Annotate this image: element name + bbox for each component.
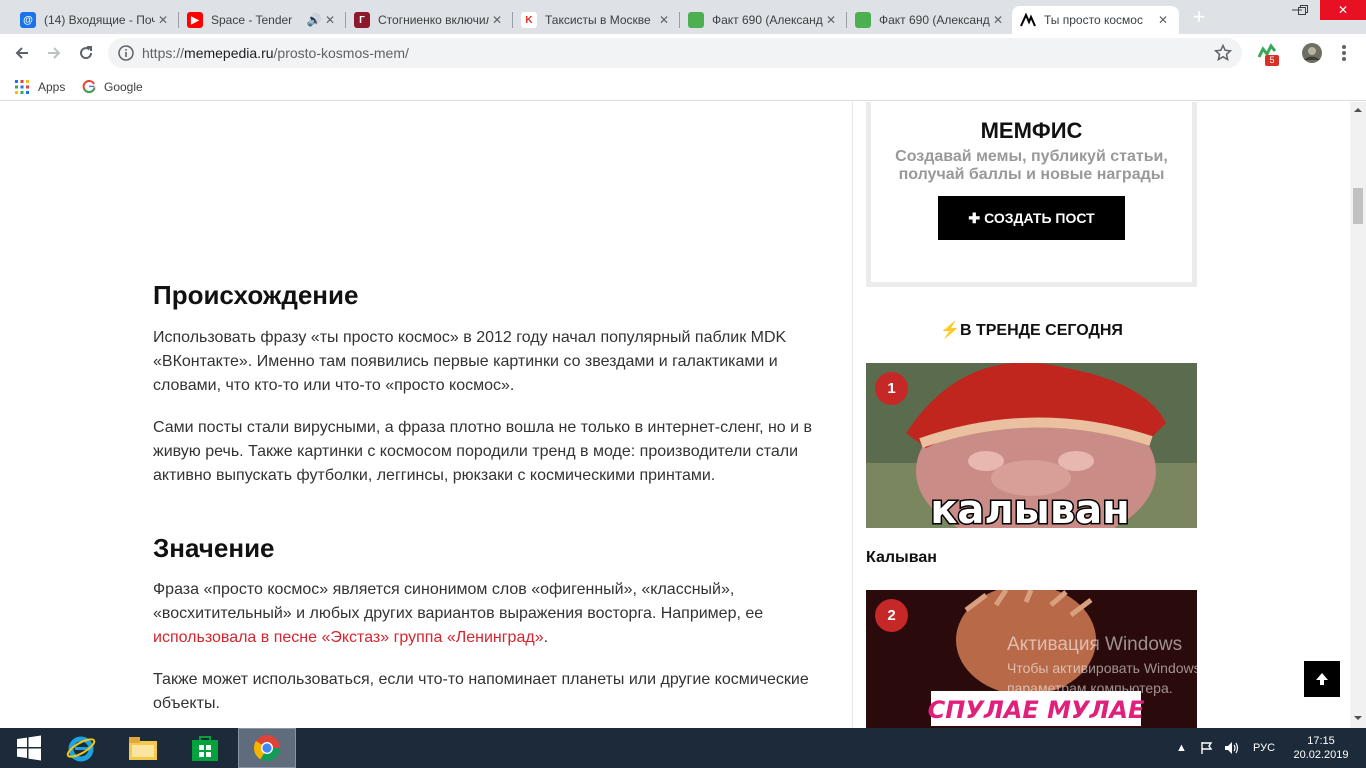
trending-card-title[interactable]: Калыван [866,549,937,567]
tab-title: Таксисты в Москве [545,13,651,27]
plus-icon: ✚ [968,209,981,226]
column-divider [852,102,853,728]
google-icon [82,80,96,94]
apps-grid-icon [15,80,29,94]
browser-toolbar: https://memepedia.ru/prosto-kosmos-mem/ [0,34,1366,72]
tray-expand-icon[interactable]: ▲ [1176,728,1187,768]
tab-title: Ты просто космос [1044,13,1143,27]
tab-memepedia[interactable]: Ты просто космос ✕ [1012,6,1179,34]
memfis-subtitle: Создавай мемы, публикуй статьи, получай … [895,148,1168,183]
windows-activation-title: Активация Windows [1007,634,1183,655]
close-icon[interactable]: ✕ [322,13,338,27]
tab-mail[interactable]: @ (14) Входящие - Почта ✕ [12,6,179,34]
section-heading-origin: Происхождение [153,280,359,310]
tab-title: (14) Входящие - Почта [44,13,155,27]
language-indicator[interactable]: РУС [1253,728,1275,768]
close-icon[interactable]: ✕ [155,13,171,27]
speaker-icon[interactable]: 🔊 [306,13,322,27]
bookmark-label: Apps [38,80,66,94]
bookmark-label: Google [104,80,143,94]
close-icon[interactable]: ✕ [823,13,839,27]
scroll-up-arrow[interactable] [1354,106,1362,114]
tab-sheet-2[interactable]: Факт 690 (Александр) ✕ [847,6,1014,34]
sports-icon: Г [354,12,370,28]
news-icon: K [521,12,537,28]
internet-explorer-icon[interactable] [52,728,110,768]
tab-sports[interactable]: Г Стогниенко включил ✕ [346,6,513,34]
info-icon[interactable] [118,45,134,61]
store-icon[interactable] [176,728,234,768]
paragraph: Также может использоваться, если что-то … [153,671,809,712]
close-icon[interactable]: ✕ [990,13,1006,27]
new-tab-button[interactable]: + [1188,6,1210,29]
close-icon[interactable]: ✕ [656,13,672,27]
paragraph: Сами посты стали вирусными, а фраза плот… [153,419,813,484]
page-scrollbar[interactable] [1350,102,1366,728]
arrow-up-icon [1316,673,1328,685]
action-center-flag-icon[interactable] [1200,728,1214,768]
youtube-icon: ▶ [187,12,203,28]
memfis-promo: МЕМФИС Создавай мемы, публикуй статьи, п… [866,102,1197,287]
chrome-icon[interactable] [238,728,296,768]
trending-title: ⚡В ТРЕНДЕ СЕГОДНЯ [940,322,1123,339]
scrollbar-thumb[interactable] [1353,188,1363,224]
tab-news[interactable]: K Таксисты в Москве ✕ [513,6,680,34]
close-icon[interactable]: ✕ [489,13,505,27]
ekstaz-song-link[interactable]: использовала в песне «Экстаз» группа «Ле… [153,629,544,646]
bookmarks-bar: Apps Google [0,72,1366,101]
paragraph: Использовать фразу «ты просто космос» в … [153,329,787,394]
profile-avatar[interactable] [1300,41,1324,65]
trending-card-image[interactable]: калыван 1 [866,363,1197,528]
close-icon[interactable]: ✕ [1155,13,1171,27]
lightning-icon: ⚡ [940,322,960,339]
rank-badge: 1 [875,372,908,405]
address-bar[interactable]: https://memepedia.ru/prosto-kosmos-mem/ [108,38,1242,68]
bookmark-apps[interactable]: Apps [14,77,65,97]
memfis-title: МЕМФИС [980,118,1083,143]
windows-activation-text: Чтобы активировать Windows, перейдите к … [1007,660,1288,696]
create-post-button[interactable]: ✚ СОЗДАТЬ ПОСТ [938,196,1125,240]
paragraph: Фраза «просто космос» является синонимом… [153,581,764,646]
windows-start-icon[interactable] [0,728,58,768]
scroll-down-arrow[interactable] [1354,714,1362,722]
kalyvan-meme-image: калыван [866,363,1197,528]
back-button[interactable] [10,41,34,65]
tab-title: Space - Tender [211,13,293,27]
tab-title: Факт 690 (Александр) [879,13,990,27]
menu-kebab-icon[interactable] [1332,41,1356,65]
scroll-to-top-button[interactable] [1304,661,1340,697]
bookmark-star-icon[interactable] [1214,44,1232,62]
tab-strip: @ (14) Входящие - Почта ✕ ▶ Space - Tend… [0,0,1366,34]
file-explorer-icon[interactable] [114,728,172,768]
bookmark-google[interactable]: Google [82,77,143,97]
svg-text:СПУЛАЕ МУЛАЕ: СПУЛАЕ МУЛАЕ [928,696,1145,724]
rank-badge: 2 [875,599,908,632]
svg-text:калыван: калыван [930,487,1130,528]
tab-sheet-1[interactable]: Факт 690 (Александр) ✕ [680,6,847,34]
sheet-icon [688,12,704,28]
tab-title: Стогниенко включил [378,13,489,27]
url-text[interactable]: https://memepedia.ru/prosto-kosmos-mem/ [142,45,409,61]
window-close-button[interactable]: ✕ [1320,0,1366,20]
forward-button[interactable] [42,41,66,65]
mail-icon: @ [20,12,36,28]
system-clock[interactable]: 17:15 20.02.2019 [1288,734,1354,762]
memepedia-icon [1020,12,1036,28]
sheet-icon [855,12,871,28]
windows-taskbar: ▲ РУС 17:15 20.02.2019 [0,728,1366,768]
page-content: Происхождение Использовать фразу «ты про… [0,102,1350,728]
reload-button[interactable] [74,41,98,65]
tab-youtube[interactable]: ▶ Space - Tender 🔊 ✕ [179,6,346,34]
extension-badge: 5 [1265,55,1279,66]
volume-icon[interactable] [1224,728,1240,768]
tab-title: Факт 690 (Александр) [712,13,823,27]
section-heading-meaning: Значение [153,533,275,563]
